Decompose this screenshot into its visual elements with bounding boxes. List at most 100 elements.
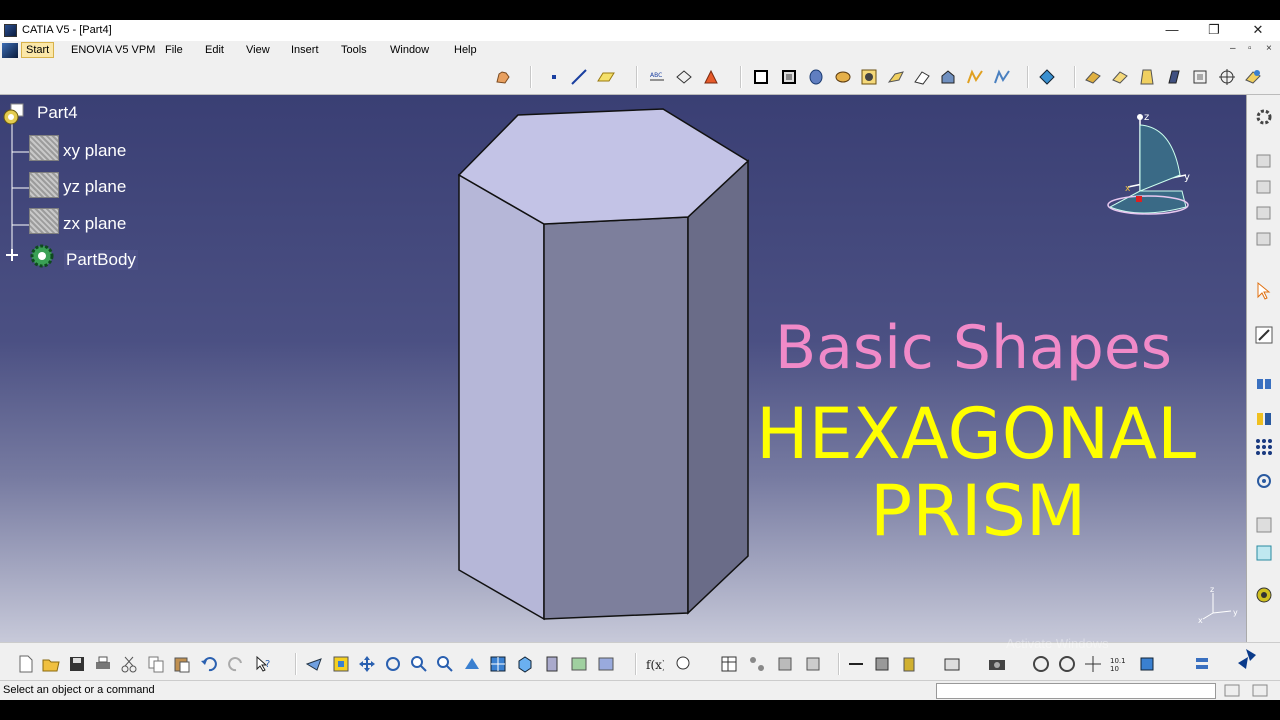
pad-icon[interactable] [752,68,770,86]
boolean-remove-icon[interactable] [1254,177,1274,197]
compass-widget[interactable]: z y x [1100,107,1200,217]
law-icon[interactable] [748,655,766,673]
dimension-icon[interactable] [675,68,693,86]
measure-inertia-icon[interactable] [900,655,918,673]
menu-window[interactable]: Window [390,44,429,56]
command-input-field[interactable] [936,683,1216,699]
undo-icon[interactable] [200,655,218,673]
groove-icon[interactable] [834,68,852,86]
minimize-button[interactable]: — [1150,21,1194,40]
scan-icon[interactable] [1254,585,1274,605]
doc-close-button[interactable]: × [1266,43,1272,54]
formula-icon[interactable]: f(x) [646,655,664,673]
thread-icon[interactable] [1218,68,1236,86]
sketch-pencil-icon[interactable] [1254,325,1274,345]
menu-tools[interactable]: Tools [341,44,367,56]
shading-icon[interactable] [543,655,561,673]
measure-between-icon[interactable] [847,655,865,673]
boolean-union-trim-icon[interactable] [1254,229,1274,249]
isometric-view-icon[interactable] [516,655,534,673]
close-button[interactable]: ✕ [1236,21,1280,40]
boolean-intersect-icon[interactable] [1254,203,1274,223]
rotate-icon[interactable] [384,655,402,673]
menu-help[interactable]: Help [454,44,477,56]
rib-icon[interactable] [887,68,905,86]
shell-icon[interactable] [1165,68,1183,86]
analysis-icon[interactable] [804,655,822,673]
hole-icon[interactable] [860,68,878,86]
maximize-button[interactable]: ❐ [1192,21,1236,40]
zoom-in-icon[interactable] [410,655,428,673]
save-icon[interactable] [68,655,86,673]
select-arrow-icon[interactable] [1254,281,1274,301]
hide-show-icon[interactable] [570,655,588,673]
doc-restore-button[interactable]: ▫ [1248,43,1252,54]
thickness-icon[interactable] [1191,68,1209,86]
removed-multi-sections-icon[interactable] [993,68,1011,86]
gear-icon[interactable] [1254,107,1274,127]
text-annotation-icon[interactable]: ABC [648,68,666,86]
chamfer-icon[interactable] [1111,68,1129,86]
menu-edit[interactable]: Edit [205,44,224,56]
toolbar-separator [636,66,638,88]
axis-triad: z y x [1198,585,1238,625]
print-icon[interactable] [94,655,112,673]
copy-icon[interactable] [147,655,165,673]
cut-icon[interactable] [120,655,138,673]
multi-sections-solid-icon[interactable] [966,68,984,86]
status-close-icon[interactable] [1252,684,1268,697]
new-file-icon[interactable] [17,655,35,673]
swap-visible-space-icon[interactable] [597,655,615,673]
menu-enovia[interactable]: ENOVIA V5 VPM [71,44,155,56]
capture-camera-icon[interactable] [988,655,1006,673]
3d-compass-icon[interactable] [1138,655,1156,673]
examine-mode-icon[interactable] [1032,655,1050,673]
menu-file[interactable]: File [165,44,183,56]
stiffener-icon[interactable] [939,68,957,86]
shaft-icon[interactable] [807,68,825,86]
axis-system-icon[interactable] [1084,655,1102,673]
normal-view-icon[interactable] [463,655,481,673]
slot-icon[interactable] [913,68,931,86]
measure-item-icon[interactable] [873,655,891,673]
publication-icon[interactable] [943,655,961,673]
line-icon[interactable] [570,68,588,86]
menu-insert[interactable]: Insert [291,44,319,56]
knowledge-icon[interactable] [674,655,692,673]
apply-material-icon[interactable] [1254,409,1274,429]
remove-face-icon[interactable] [1244,68,1262,86]
open-folder-icon[interactable] [42,655,60,673]
fly-mode-icon[interactable] [305,655,323,673]
binary-counter-icon[interactable]: 10.110 [1110,655,1128,673]
doc-minimize-button[interactable]: – [1230,43,1236,54]
whats-this-icon[interactable]: ? [255,655,273,673]
multi-view-icon[interactable] [489,655,507,673]
plane-tool-icon[interactable] [597,68,615,86]
sketcher-hand-icon[interactable] [494,68,512,86]
design-table-icon[interactable] [720,655,738,673]
layers-icon[interactable] [1193,655,1211,673]
zoom-out-icon[interactable] [436,655,454,673]
pocket-icon[interactable] [780,68,798,86]
3d-viewport[interactable]: Part4 xy plane yz plane zx plane PartBod… [0,95,1246,642]
construction-icon[interactable] [1254,543,1274,563]
status-restore-icon[interactable] [1224,684,1240,697]
menu-view[interactable]: View [246,44,270,56]
transformation-icon[interactable] [1038,68,1056,86]
constraints-icon[interactable] [1254,515,1274,535]
edge-fillet-icon[interactable] [1084,68,1102,86]
draft-icon[interactable] [1138,68,1156,86]
paste-icon[interactable] [173,655,191,673]
grid-icon[interactable] [1254,437,1274,457]
measure-icon[interactable] [1254,373,1274,393]
snap-point-icon[interactable] [1254,471,1274,491]
fit-all-in-icon[interactable] [332,655,350,673]
boolean-add-icon[interactable] [1254,151,1274,171]
redo-icon[interactable] [227,655,245,673]
point-icon[interactable] [545,68,563,86]
catalog-icon[interactable] [776,655,794,673]
constraint-icon[interactable] [702,68,720,86]
menu-start[interactable]: Start [21,42,55,58]
pan-icon[interactable] [358,655,376,673]
turn-head-icon[interactable] [1058,655,1076,673]
